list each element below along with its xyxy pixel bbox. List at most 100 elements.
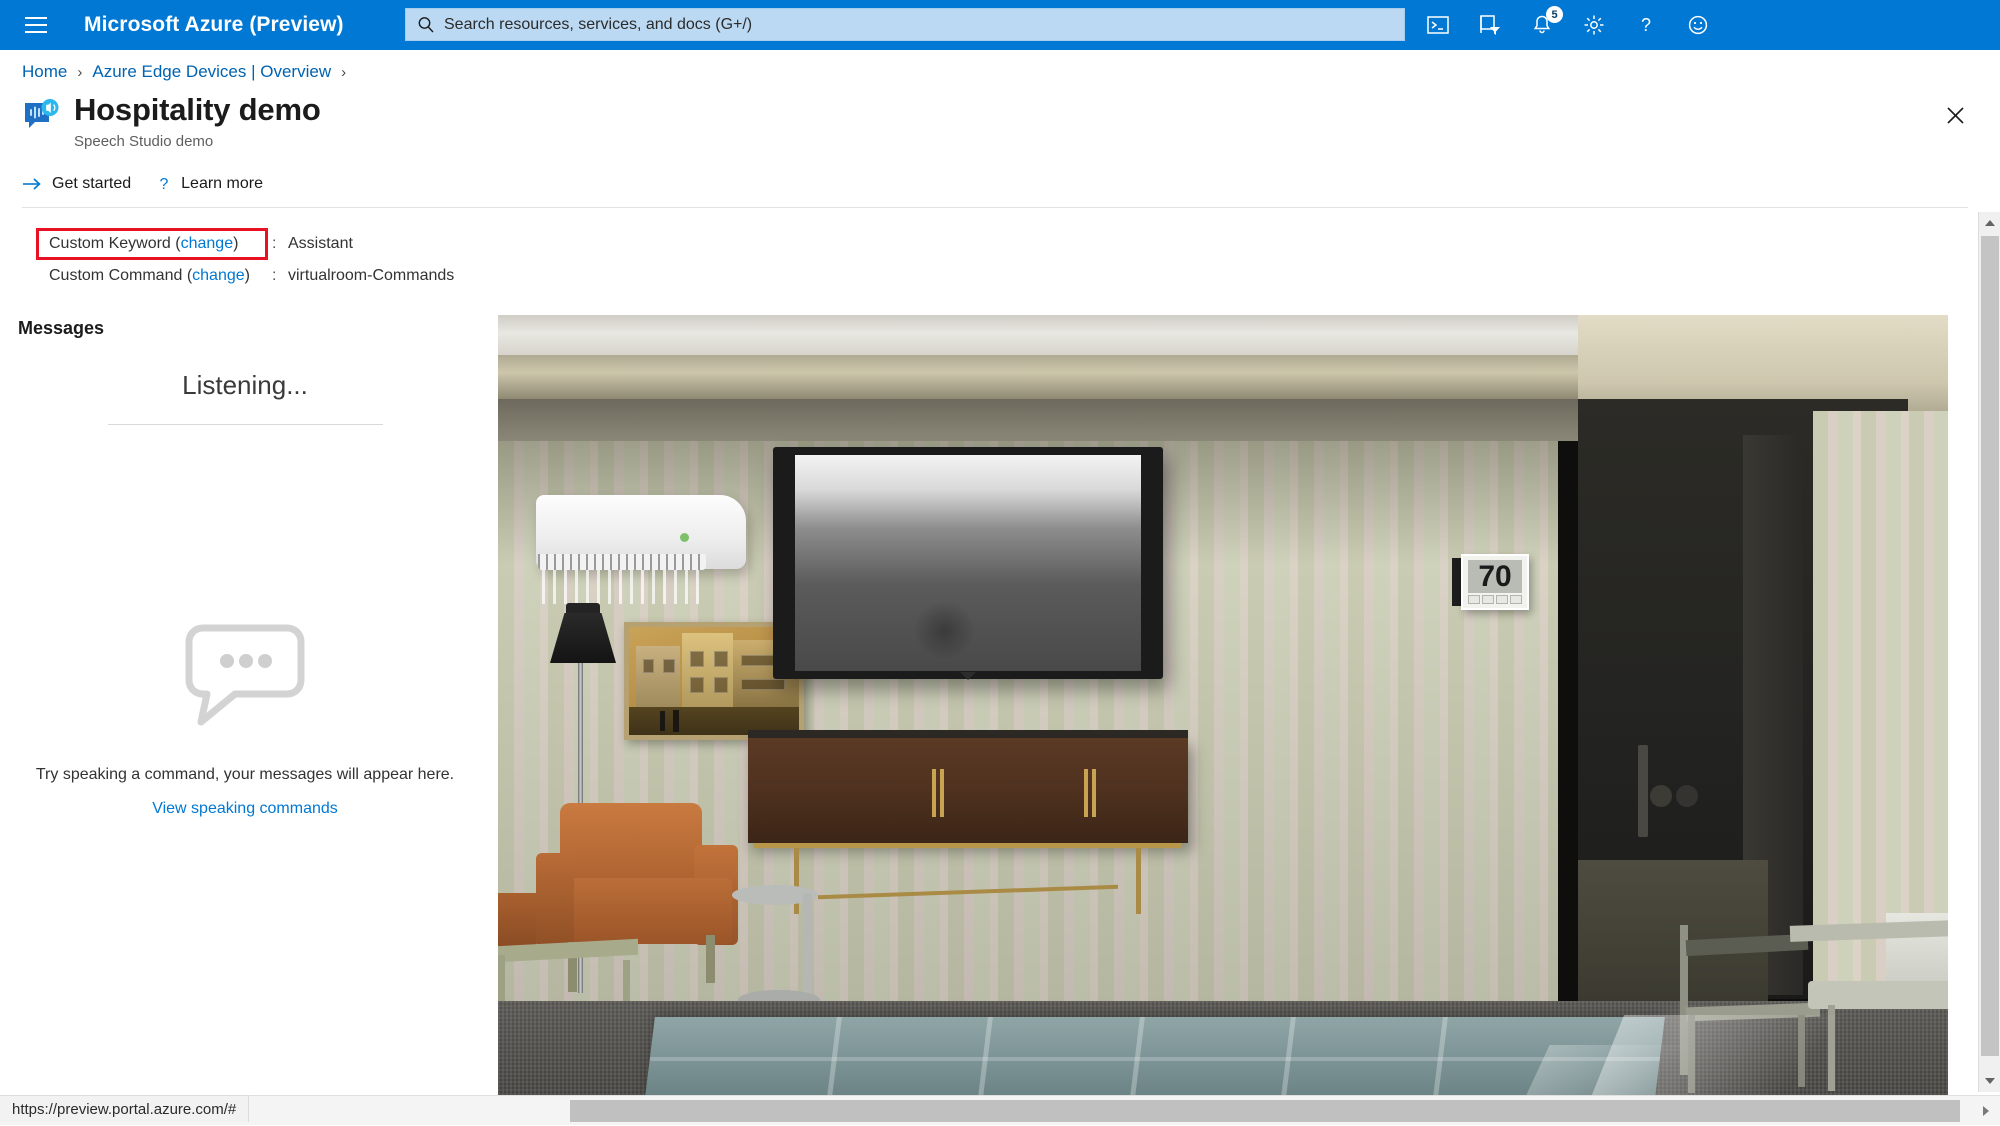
credenza-cabinet <box>748 738 1188 843</box>
command-bar: Get started ? Learn more <box>22 175 263 193</box>
custom-keyword-value: Assistant <box>288 228 353 260</box>
vertical-scrollbar[interactable] <box>1978 212 2000 1092</box>
breadcrumb: Home › Azure Edge Devices | Overview › <box>22 62 346 82</box>
custom-command-change-link[interactable]: (change) <box>187 267 250 284</box>
settings-gear-icon[interactable] <box>1581 12 1607 38</box>
resource-properties: Custom Keyword (change) : Assistant Cust… <box>40 228 454 292</box>
messages-heading: Messages <box>18 318 104 339</box>
breadcrumb-item-home[interactable]: Home <box>22 62 67 82</box>
credenza-base-rail <box>754 843 1182 848</box>
credenza-leg <box>1136 848 1141 914</box>
television-reflection <box>913 600 975 660</box>
get-started-button[interactable]: Get started <box>22 175 131 193</box>
chevron-down-icon[interactable] <box>1979 1070 2000 1092</box>
alcove-knob-right <box>1676 785 1698 807</box>
painting-window <box>714 677 728 693</box>
painting-person <box>660 711 665 731</box>
command-bar-divider <box>22 207 1968 208</box>
directory-filter-icon[interactable] <box>1477 12 1503 38</box>
painting-person <box>673 710 679 732</box>
chat-bubble-icon <box>181 620 309 728</box>
global-search-input[interactable]: Search resources, services, and docs (G+… <box>405 8 1405 41</box>
view-speaking-commands-link[interactable]: View speaking commands <box>152 800 338 818</box>
page-title: Hospitality demo <box>74 92 321 128</box>
question-mark-icon: ? <box>157 175 171 193</box>
custom-command-change-text: change <box>192 267 245 284</box>
side-table-stem <box>803 893 812 1005</box>
svg-text:?: ? <box>1641 15 1651 35</box>
wall-mounted-television <box>773 447 1163 679</box>
vertical-scrollbar-thumb[interactable] <box>1981 236 1999 1056</box>
custom-keyword-label: Custom Keyword (change) <box>40 228 272 260</box>
help-question-icon[interactable]: ? <box>1633 12 1659 38</box>
hotel-room-render: 70 <box>498 315 1948 1095</box>
custom-command-label-text: Custom Command <box>49 267 182 284</box>
thermostat-buttons <box>1468 595 1522 604</box>
messages-empty-text: Try speaking a command, your messages wi… <box>36 766 454 784</box>
painting-window <box>690 651 704 667</box>
wall-thermostat: 70 <box>1461 554 1529 610</box>
custom-command-colon: : <box>272 260 288 292</box>
credenza-handle <box>1092 769 1096 817</box>
status-bar-url: https://preview.portal.azure.com/# <box>0 1095 249 1122</box>
painting-window <box>643 659 655 673</box>
painting-window <box>690 677 704 693</box>
duvet-seam <box>1281 1017 1296 1095</box>
credenza-handle <box>1084 769 1088 817</box>
close-icon[interactable] <box>1938 98 1972 132</box>
painting-window <box>663 659 675 673</box>
notifications-bell-icon[interactable]: 5 <box>1529 12 1555 38</box>
credenza-handle <box>932 769 936 817</box>
painting-balcony <box>741 679 785 690</box>
arrow-right-icon <box>22 176 42 192</box>
alcove-knob-left <box>1650 785 1672 807</box>
thermostat-temperature-value: 70 <box>1478 562 1511 592</box>
breadcrumb-separator-icon: › <box>77 64 82 81</box>
cloud-shell-icon[interactable] <box>1425 12 1451 38</box>
feedback-smiley-icon[interactable] <box>1685 12 1711 38</box>
duvet-seam <box>827 1017 842 1095</box>
thermostat-screen: 70 <box>1468 560 1522 593</box>
custom-keyword-change-link[interactable]: (change) <box>175 235 238 252</box>
search-icon <box>416 15 436 35</box>
credenza-leg <box>794 848 799 914</box>
notification-count-badge: 5 <box>1546 6 1563 23</box>
room-scene: 70 <box>498 315 1948 1095</box>
speech-service-icon <box>22 98 60 136</box>
chevron-up-icon[interactable] <box>1979 212 2000 234</box>
messages-empty-state: Try speaking a command, your messages wi… <box>0 620 490 818</box>
duvet-fold <box>650 1057 1660 1061</box>
horizontal-scrollbar-thumb[interactable] <box>570 1100 1960 1122</box>
horizontal-scrollbar[interactable] <box>0 1095 2000 1125</box>
property-row-custom-keyword: Custom Keyword (change) : Assistant <box>40 228 454 260</box>
breadcrumb-item-azure-edge-devices[interactable]: Azure Edge Devices | Overview <box>92 62 331 82</box>
alcove-counter <box>1578 860 1768 1010</box>
duvet-seam <box>978 1017 993 1095</box>
listening-divider <box>108 424 383 425</box>
learn-more-button[interactable]: ? Learn more <box>157 175 263 193</box>
learn-more-label: Learn more <box>181 175 263 193</box>
page-subtitle: Speech Studio demo <box>74 133 321 150</box>
top-bar-icon-group: 5 ? <box>1425 0 1711 50</box>
property-row-custom-command: Custom Command (change) : virtualroom-Co… <box>40 260 454 292</box>
azure-top-navigation-bar: Microsoft Azure (Preview) Search resourc… <box>0 0 2000 50</box>
armchair-leg <box>706 935 715 983</box>
duvet-seam <box>1433 1017 1448 1095</box>
global-search-placeholder: Search resources, services, and docs (G+… <box>444 16 752 34</box>
custom-keyword-label-text: Custom Keyword <box>49 235 171 252</box>
custom-command-label: Custom Command (change) <box>40 260 272 292</box>
page-header: Hospitality demo Speech Studio demo <box>22 92 321 150</box>
breadcrumb-separator-icon-2: › <box>341 64 346 81</box>
alcove-wall-fixture <box>1638 745 1648 837</box>
listening-status-text: Listening... <box>0 370 490 401</box>
air-conditioner-led <box>680 533 689 542</box>
get-started-label: Get started <box>52 175 131 193</box>
air-conditioner-vent <box>538 554 706 570</box>
ceiling-right-section <box>1578 315 1948 411</box>
azure-brand-title[interactable]: Microsoft Azure (Preview) <box>84 13 344 37</box>
custom-command-value: virtualroom-Commands <box>288 260 454 292</box>
hamburger-menu-icon[interactable] <box>8 0 64 50</box>
chevron-right-icon[interactable] <box>1975 1096 1997 1126</box>
bed-duvet <box>645 1017 1665 1095</box>
painting-window <box>714 651 728 667</box>
